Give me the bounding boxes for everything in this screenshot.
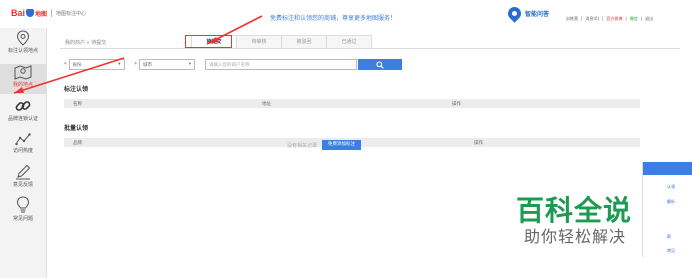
annotation-arrows — [13, 15, 263, 94]
arrow-head-icon — [14, 87, 24, 93]
